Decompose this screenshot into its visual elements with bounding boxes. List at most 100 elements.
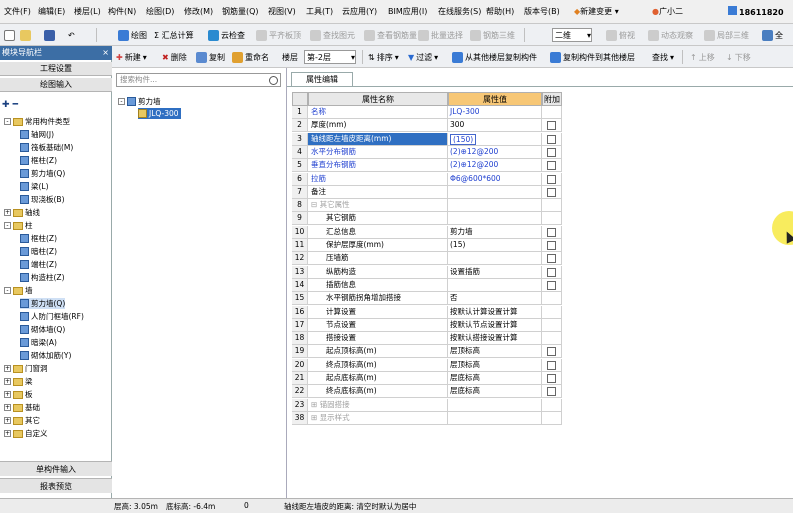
tree-item[interactable]: 暗柱(Z) <box>20 246 57 257</box>
property-value-cell[interactable]: 按默认计算设置计算 <box>448 305 542 319</box>
extra-checkbox[interactable] <box>547 360 556 370</box>
property-row[interactable]: 21 起点底标高(m) 层底标高 <box>292 372 562 385</box>
save-button[interactable] <box>44 28 55 42</box>
property-row[interactable]: 7 备注 <box>292 185 562 199</box>
top-view-button[interactable]: 俯视 <box>606 28 635 42</box>
view-rebar-button[interactable]: 查看钢筋量 <box>364 28 417 42</box>
fullscreen-button[interactable]: 全 <box>762 28 783 42</box>
tree-item[interactable]: 筏板基础(M) <box>20 142 73 153</box>
sum-calc-button[interactable]: Σ 汇总计算 <box>154 28 194 42</box>
menu-12[interactable]: 帮助(H) <box>486 6 514 17</box>
rebar-3d-button[interactable]: 钢筋三维 <box>470 28 515 42</box>
property-row[interactable]: 5 垂直分布钢筋 (2)⊕12@200 <box>292 159 562 173</box>
tab-project-settings[interactable]: 工程设置 <box>0 62 112 76</box>
expand-icon[interactable]: + <box>4 404 11 411</box>
collapse-icon[interactable]: - <box>4 287 11 294</box>
new-component-button[interactable]: ✚ 新建 ▾ <box>116 50 147 64</box>
extra-checkbox[interactable] <box>547 280 556 290</box>
floor-select[interactable]: 第-2层 ▾ <box>304 50 356 64</box>
delete-button[interactable]: ✖ 删除 <box>162 50 187 64</box>
property-value-cell[interactable]: 否 <box>448 292 542 306</box>
property-row[interactable]: 13 纵筋构造 设置插筋 <box>292 265 562 279</box>
property-row[interactable]: 38 ⊞ 显示样式 <box>292 411 562 425</box>
property-value-cell[interactable] <box>448 278 542 292</box>
rename-button[interactable]: 重命名 <box>232 50 269 64</box>
tab-drawing-input[interactable]: 绘图输入 <box>0 78 112 92</box>
property-row[interactable]: 14 插筋信息 <box>292 278 562 292</box>
tree-item[interactable]: 人防门框墙(RF) <box>20 311 84 322</box>
property-value-input[interactable]: (150) <box>450 133 477 145</box>
tree-folder[interactable]: + 轴线 <box>4 207 40 218</box>
property-value-cell[interactable]: 层底标高 <box>448 372 542 385</box>
tree-item[interactable]: 现浇板(B) <box>20 194 65 205</box>
menu-2[interactable]: 楼层(L) <box>74 6 101 17</box>
property-value-cell[interactable]: 层底标高 <box>448 385 542 399</box>
tree-expand-collapse[interactable]: ✚ ━ <box>2 100 18 112</box>
sort-button[interactable]: ⇅ 排序 ▾ <box>368 50 399 64</box>
menu-1[interactable]: 编辑(E) <box>38 6 65 17</box>
menu-new-change[interactable]: ◆新建变更 ▾ <box>574 6 619 17</box>
tree-item[interactable]: 框柱(Z) <box>20 155 57 166</box>
property-value-cell[interactable] <box>448 252 542 266</box>
tree-folder[interactable]: + 自定义 <box>4 428 48 439</box>
extra-checkbox[interactable] <box>547 174 556 184</box>
local-3d-button[interactable]: 局部三维 <box>704 28 749 42</box>
tree-item[interactable]: 剪力墙(Q) <box>20 298 66 309</box>
extra-checkbox[interactable] <box>547 374 556 383</box>
property-value-cell[interactable] <box>448 199 542 213</box>
tree-item[interactable]: 砌体加筋(Y) <box>20 350 71 361</box>
copy-from-floor-button[interactable]: 从其他楼层复制构件 <box>452 50 537 64</box>
single-component-input-button[interactable]: 单构件输入 <box>0 461 112 476</box>
menu-13[interactable]: 版本号(B) <box>524 6 560 17</box>
property-row[interactable]: 15 水平钢筋拐角增加搭接否 <box>292 292 562 306</box>
extra-checkbox[interactable] <box>547 227 556 237</box>
flat-slab-button[interactable]: 平齐板顶 <box>256 28 301 42</box>
extra-checkbox[interactable] <box>547 241 556 250</box>
tree-folder[interactable]: - 常用构件类型 <box>4 116 70 127</box>
menu-10[interactable]: BIM应用(I) <box>388 6 427 17</box>
property-value-cell[interactable]: Φ6@600*600 <box>448 172 542 186</box>
property-value-cell[interactable] <box>448 411 542 425</box>
property-row[interactable]: 1 名称 JLQ-300 <box>292 106 562 119</box>
property-row[interactable]: 10 汇总信息 剪力墙 <box>292 225 562 239</box>
view-mode-select[interactable]: 二维 ▾ <box>552 28 592 42</box>
tree-item[interactable]: 梁(L) <box>20 181 49 192</box>
batch-select-button[interactable]: 批量选择 <box>418 28 463 42</box>
property-value-cell[interactable]: 剪力墙 <box>448 225 542 239</box>
expand-icon[interactable]: + <box>4 365 11 372</box>
extra-checkbox[interactable] <box>547 161 556 171</box>
move-up-button[interactable]: ↑ 上移 <box>690 50 715 64</box>
property-value-cell[interactable]: JLQ-300 <box>448 106 542 119</box>
tree-item[interactable]: 框柱(Z) <box>20 233 57 244</box>
component-tree-root[interactable]: - 剪力墙 <box>118 96 161 107</box>
menu-11[interactable]: 在线服务(S) <box>438 6 481 17</box>
tree-folder[interactable]: + 其它 <box>4 415 40 426</box>
dynamic-view-button[interactable]: 动态观察 <box>648 28 693 42</box>
open-button[interactable] <box>20 28 31 42</box>
tree-item[interactable]: 剪力墙(Q) <box>20 168 65 179</box>
extra-checkbox[interactable] <box>547 254 556 264</box>
property-value-cell[interactable] <box>448 398 542 412</box>
property-row[interactable]: 20 终点顶标高(m) 层顶标高 <box>292 358 562 372</box>
property-value-cell[interactable]: 层顶标高 <box>448 358 542 372</box>
property-value-cell[interactable] <box>448 185 542 199</box>
filter-button[interactable]: ▼ 过滤 ▾ <box>408 50 438 64</box>
undo-button[interactable]: ↶ <box>68 28 75 42</box>
menu-6[interactable]: 钢筋量(Q) <box>222 6 259 17</box>
search-input[interactable]: 搜索构件... <box>116 73 281 87</box>
tree-item[interactable]: 暗梁(A) <box>20 337 57 348</box>
expand-icon[interactable]: + <box>4 391 11 398</box>
property-value-cell[interactable]: 300 <box>448 119 542 133</box>
extra-checkbox[interactable] <box>547 134 556 144</box>
tree-folder[interactable]: + 基础 <box>4 402 40 413</box>
property-row[interactable]: 23 ⊞ 锚固搭接 <box>292 398 562 412</box>
property-row[interactable]: 4 水平分布钢筋 (2)⊕12@200 <box>292 145 562 159</box>
tree-item[interactable]: 端柱(Z) <box>20 259 57 270</box>
property-value-cell[interactable] <box>448 212 542 226</box>
tree-folder[interactable]: + 门窗洞 <box>4 363 48 374</box>
menu-9[interactable]: 云应用(Y) <box>342 6 377 17</box>
copy-button[interactable]: 复制 <box>196 50 225 64</box>
menu-3[interactable]: 构件(N) <box>108 6 136 17</box>
extra-checkbox[interactable] <box>547 187 556 197</box>
property-row[interactable]: 22 终点底标高(m) 层底标高 <box>292 385 562 399</box>
